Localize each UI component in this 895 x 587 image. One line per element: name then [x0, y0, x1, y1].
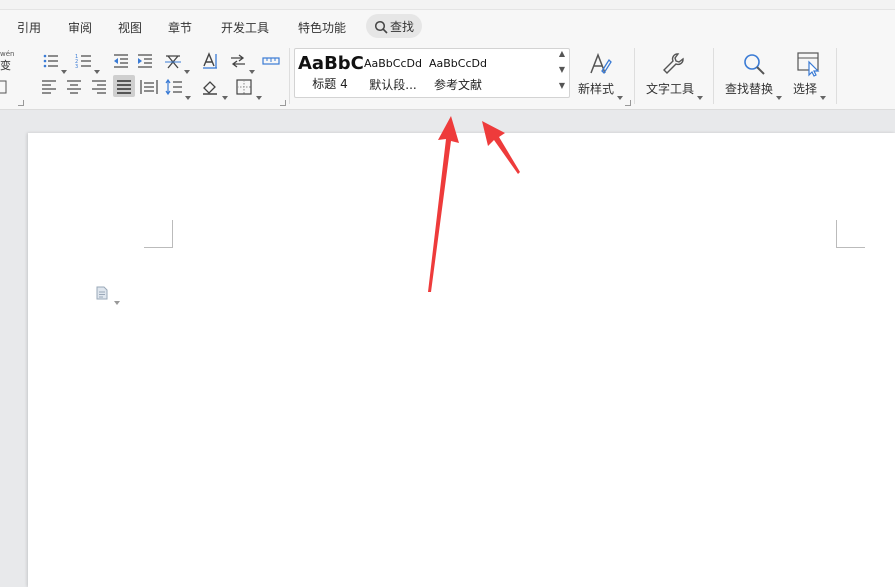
- styles-gallery: AaBbC 标题 4 AaBbCcDd 默认段... AaBbCcDd 参考文献: [294, 48, 570, 98]
- page-corner-mark-top-right: [836, 220, 865, 248]
- text-tools-button[interactable]: 文字工具: [646, 80, 694, 97]
- chevron-down-icon[interactable]: ▼: [558, 65, 566, 75]
- chinese-layout-icon[interactable]: [164, 52, 182, 70]
- line-break-icon[interactable]: [229, 52, 247, 70]
- chevron-down-icon[interactable]: [61, 59, 67, 74]
- chevron-down-icon[interactable]: [249, 59, 255, 74]
- increase-indent-icon[interactable]: [136, 52, 154, 70]
- chevron-down-icon[interactable]: [697, 85, 703, 100]
- line-spacing-icon[interactable]: [165, 78, 183, 96]
- chevron-down-icon[interactable]: [256, 85, 262, 100]
- styles-gallery-scroller: ▲ ▼ ▼: [556, 49, 568, 97]
- style-preview: AaBbCcDd: [364, 57, 422, 70]
- chevron-down-icon[interactable]: [114, 290, 120, 305]
- search-label: 查找: [390, 20, 415, 34]
- new-style-icon[interactable]: [587, 51, 613, 77]
- chevron-up-icon[interactable]: ▲: [558, 49, 566, 59]
- align-center-icon[interactable]: [65, 78, 83, 96]
- chevron-down-icon[interactable]: [94, 59, 100, 74]
- tab-review[interactable]: 审阅: [68, 19, 92, 36]
- document-outline-icon[interactable]: [95, 285, 109, 300]
- wrench-icon[interactable]: [660, 51, 686, 77]
- select-button[interactable]: 选择: [793, 80, 817, 97]
- ribbon-separator: [634, 48, 635, 104]
- ruler-icon[interactable]: [262, 52, 280, 70]
- decrease-indent-icon[interactable]: [112, 52, 130, 70]
- chevron-down-icon[interactable]: [185, 85, 191, 100]
- justify-icon[interactable]: [115, 78, 133, 96]
- text-direction-icon[interactable]: [201, 52, 219, 70]
- find-replace-button[interactable]: 查找替换: [725, 80, 773, 97]
- ribbon-separator: [713, 48, 714, 104]
- ribbon-separator: [836, 48, 837, 104]
- paragraph-group-launcher[interactable]: [280, 100, 286, 106]
- ribbon-toolbar: wén 变 123 AaBbC 标题 4 AaBbCcDd 默认段... AaB…: [0, 44, 895, 110]
- tab-special-features[interactable]: 特色功能: [298, 19, 346, 36]
- ribbon-separator: [289, 48, 290, 104]
- style-name: 默认段...: [369, 78, 417, 92]
- align-right-icon[interactable]: [90, 78, 108, 96]
- chevron-down-icon[interactable]: [184, 59, 190, 74]
- pinyin-guide-icon-bottom: 变: [0, 59, 11, 72]
- search-icon: [374, 19, 388, 34]
- new-style-button[interactable]: 新样式: [578, 80, 614, 97]
- tab-view[interactable]: 视图: [118, 19, 142, 36]
- gallery-expand-icon[interactable]: ▼: [558, 81, 566, 91]
- borders-icon[interactable]: [235, 78, 253, 96]
- style-bibliography[interactable]: AaBbCcDd 参考文献: [426, 57, 490, 93]
- shading-icon[interactable]: [201, 78, 219, 96]
- style-name: 参考文献: [433, 78, 482, 92]
- styles-group-launcher[interactable]: [625, 100, 631, 106]
- tab-developer-tools[interactable]: 开发工具: [221, 19, 269, 36]
- font-group-launcher[interactable]: [18, 100, 24, 106]
- border-icon[interactable]: [0, 78, 9, 96]
- document-page[interactable]: [28, 133, 895, 587]
- find-replace-icon[interactable]: [741, 51, 767, 77]
- search-button[interactable]: 查找: [366, 14, 422, 38]
- numbered-list-icon[interactable]: 123: [75, 52, 93, 70]
- distribute-icon[interactable]: [140, 78, 158, 96]
- title-strip: [0, 0, 895, 10]
- style-default-paragraph[interactable]: AaBbCcDd 默认段...: [362, 57, 424, 93]
- align-left-icon[interactable]: [40, 78, 58, 96]
- svg-text:3: 3: [75, 64, 78, 70]
- style-preview: AaBbC: [298, 53, 364, 74]
- bullet-list-icon[interactable]: [42, 52, 60, 70]
- page-corner-mark-top-left: [144, 220, 173, 248]
- chevron-down-icon[interactable]: [222, 85, 228, 100]
- tab-chapter[interactable]: 章节: [168, 19, 192, 36]
- select-icon[interactable]: [796, 51, 822, 77]
- chevron-down-icon[interactable]: [776, 85, 782, 100]
- chevron-down-icon[interactable]: [820, 85, 826, 100]
- workspace-margin: [0, 110, 28, 587]
- chevron-down-icon[interactable]: [617, 85, 623, 100]
- style-heading-4[interactable]: AaBbC 标题 4: [298, 53, 364, 92]
- style-name: 标题 4: [312, 77, 348, 91]
- menu-bar: 引用 审阅 视图 章节 开发工具 特色功能 查找: [0, 10, 895, 44]
- style-preview: AaBbCcDd: [429, 57, 487, 70]
- tab-references[interactable]: 引用: [17, 19, 41, 36]
